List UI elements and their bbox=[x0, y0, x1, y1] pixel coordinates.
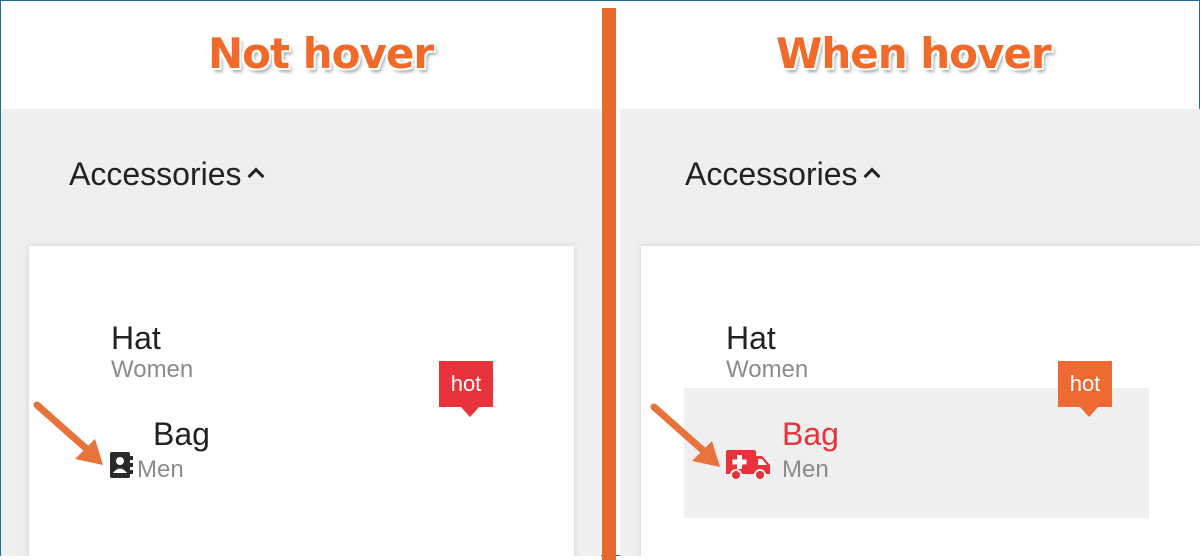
item-subtitle: Men bbox=[782, 456, 829, 483]
item-title: Hat bbox=[726, 320, 776, 356]
item-subtitle: Women bbox=[726, 356, 809, 383]
item-title: Bag bbox=[153, 416, 210, 452]
when-hover-caption: When hover bbox=[776, 29, 1052, 78]
pointer-arrow-icon bbox=[33, 401, 103, 465]
hot-badge: hot bbox=[439, 361, 493, 417]
menu-title-label: Accessories bbox=[685, 156, 858, 192]
ambulance-icon bbox=[726, 450, 770, 481]
when-hover-panel: When hover Accessories Hat Women Bag Men… bbox=[620, 1, 1200, 556]
chevron-up-icon bbox=[863, 167, 880, 185]
item-subtitle: Women bbox=[111, 356, 194, 383]
not-hover-caption: Not hover bbox=[208, 29, 434, 78]
hot-badge: hot bbox=[1058, 361, 1112, 417]
item-subtitle: Men bbox=[137, 456, 184, 483]
not-hover-panel: Not hover Accessories Hat Women Bag Men … bbox=[1, 1, 601, 556]
address-book-icon bbox=[110, 452, 133, 478]
accessories-menu-toggle[interactable]: Accessories bbox=[69, 156, 264, 193]
panel-divider bbox=[602, 8, 616, 560]
menu-title-label: Accessories bbox=[69, 156, 242, 192]
item-title: Hat bbox=[111, 320, 161, 356]
item-title: Bag bbox=[782, 416, 839, 452]
pointer-arrow-icon bbox=[650, 403, 720, 467]
chevron-up-icon bbox=[247, 167, 264, 185]
accessories-menu-toggle[interactable]: Accessories bbox=[685, 156, 880, 193]
